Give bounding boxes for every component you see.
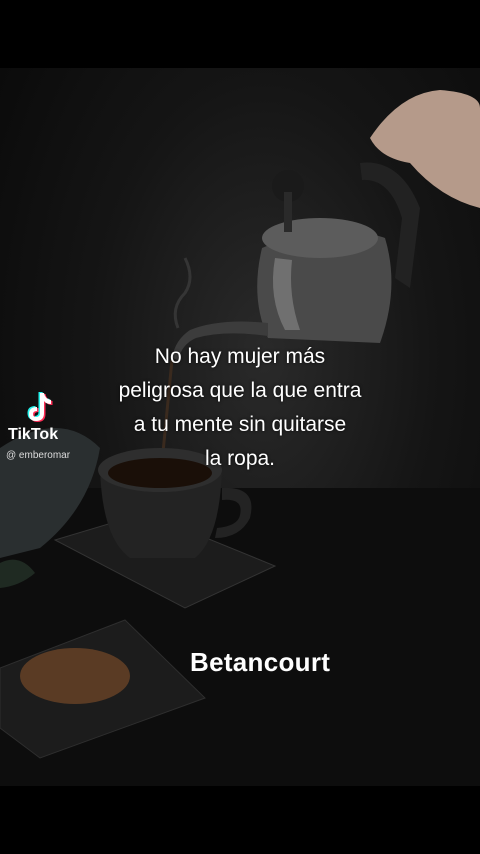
- quote-line: a tu mente sin quitarse: [133, 413, 347, 436]
- tiktok-logo-icon: [27, 392, 53, 422]
- quote-line: la ropa.: [204, 447, 276, 470]
- kettle-lid: [262, 218, 378, 258]
- quote-line: peligrosa que la que entra: [118, 379, 362, 402]
- quote-author: Betancourt: [190, 647, 331, 677]
- quote-line: No hay mujer más: [154, 345, 326, 368]
- pastry: [20, 648, 130, 704]
- hand: [370, 90, 480, 208]
- kettle-knob-stem: [284, 192, 292, 232]
- steam: [173, 257, 192, 329]
- tiktok-brand-label: TikTok: [8, 426, 59, 443]
- screen-frame: TikTok @ emberomar No hay mujer más peli…: [0, 0, 480, 854]
- quote-text: No hay mujer más peligrosa que la que en…: [60, 340, 420, 476]
